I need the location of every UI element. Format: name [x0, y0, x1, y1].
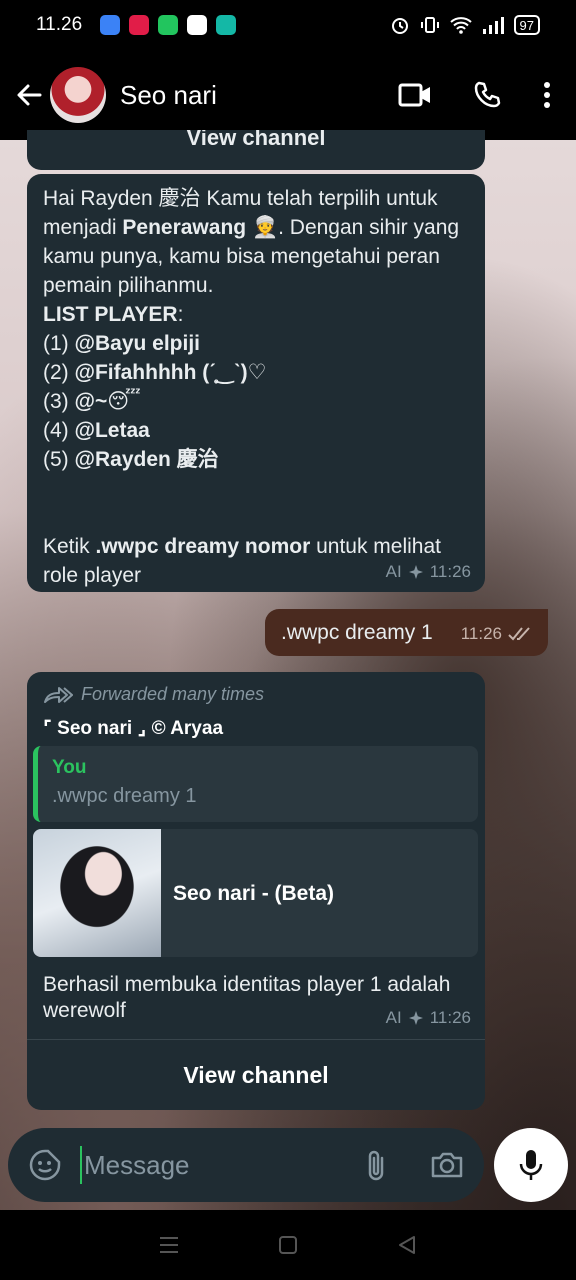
home-icon[interactable]: [277, 1234, 299, 1256]
player-list-item: (2) @Fifahhhhh (ˊ̥̥‿ˋ)♡: [43, 361, 267, 384]
signal-icon: [482, 17, 504, 34]
back-icon[interactable]: [396, 1234, 418, 1256]
mic-icon: [519, 1150, 543, 1180]
message-composer: [8, 1128, 484, 1202]
back-arrow-icon[interactable]: [14, 80, 44, 110]
battery-indicator: 97: [513, 15, 540, 35]
ai-label: AI: [385, 1008, 402, 1027]
message-input[interactable]: [84, 1149, 334, 1181]
forwarded-message[interactable]: Forwarded many times ⌜ Seo nari ⌟ © Arya…: [27, 672, 485, 1110]
outgoing-message[interactable]: .wwpc dreamy 1 11:26: [265, 609, 548, 656]
player-list-title: LIST PLAYER:: [43, 303, 184, 326]
attach-icon[interactable]: [364, 1148, 388, 1182]
role-name: Penerawang: [122, 216, 247, 239]
ai-label: AI: [385, 562, 402, 581]
quoted-reply[interactable]: You .wwpc dreamy 1: [33, 746, 478, 822]
incoming-message[interactable]: Hai Rayden 慶治 Kamu telah terpilih untuk …: [27, 174, 485, 592]
more-vert-icon[interactable]: [542, 80, 552, 110]
phone-icon[interactable]: [472, 80, 502, 110]
notification-app-icon: [216, 15, 237, 35]
forward-icon: [44, 686, 73, 703]
quote-author: You: [52, 757, 87, 778]
forwarded-indicator: Forwarded many times: [43, 680, 264, 709]
channel-title[interactable]: ⌜ Seo nari ⌟ © Aryaa: [43, 714, 223, 743]
message-meta: AI 11:26: [386, 1003, 471, 1032]
video-call-icon[interactable]: [398, 82, 432, 108]
read-receipt-icon: [508, 626, 530, 640]
view-channel-button[interactable]: View channel: [187, 130, 326, 152]
role-emoji: 👳: [251, 216, 279, 239]
text-cursor: [80, 1146, 82, 1184]
sticker-icon[interactable]: [28, 1148, 62, 1182]
player-list-item: (5) @Rayden 慶治: [43, 448, 219, 471]
menu-icon[interactable]: [158, 1235, 180, 1255]
notification-app-icon: [100, 15, 121, 35]
message-time: 11:26: [429, 562, 471, 581]
outgoing-text: .wwpc dreamy 1: [281, 621, 433, 644]
chat-header: Seo nari: [0, 50, 576, 140]
avatar[interactable]: [50, 67, 106, 123]
message-time: 11:26: [429, 1008, 471, 1027]
vibrate-icon: [420, 17, 439, 33]
preview-image: [33, 829, 161, 957]
alarm-icon: [391, 18, 408, 34]
notification-app-icon: [187, 15, 208, 35]
message-time: 11:26: [460, 624, 502, 643]
system-nav-bar: [0, 1210, 576, 1280]
message-meta: AI 11:26: [386, 557, 471, 586]
contact-name[interactable]: Seo nari: [120, 80, 217, 111]
message-meta: 11:26: [461, 619, 534, 648]
quote-text: .wwpc dreamy 1: [52, 785, 197, 807]
camera-icon[interactable]: [430, 1150, 464, 1180]
preview-title: Seo nari - (Beta): [173, 881, 335, 905]
player-list-item: (4) @Letaa: [43, 419, 150, 442]
sparkle-icon: [408, 564, 423, 579]
previous-message-partial: View channel: [27, 130, 485, 170]
notification-app-icon: [129, 15, 150, 35]
notification-app-icon: [158, 15, 179, 35]
view-channel-button[interactable]: View channel: [27, 1040, 485, 1110]
player-list-item: (3) @~😴: [43, 390, 141, 413]
status-bar: 11.26 97: [0, 0, 576, 50]
wifi-icon: [449, 17, 472, 34]
message-intro: Hai Rayden 慶治 Kamu telah terpilih untuk …: [43, 187, 460, 297]
link-preview[interactable]: Seo nari - (Beta): [33, 829, 478, 957]
mic-button[interactable]: [494, 1128, 568, 1202]
player-list-item: (1) @Bayu elpiji: [43, 332, 201, 355]
status-time: 11.26: [36, 14, 83, 35]
sparkle-icon: [408, 1010, 423, 1025]
